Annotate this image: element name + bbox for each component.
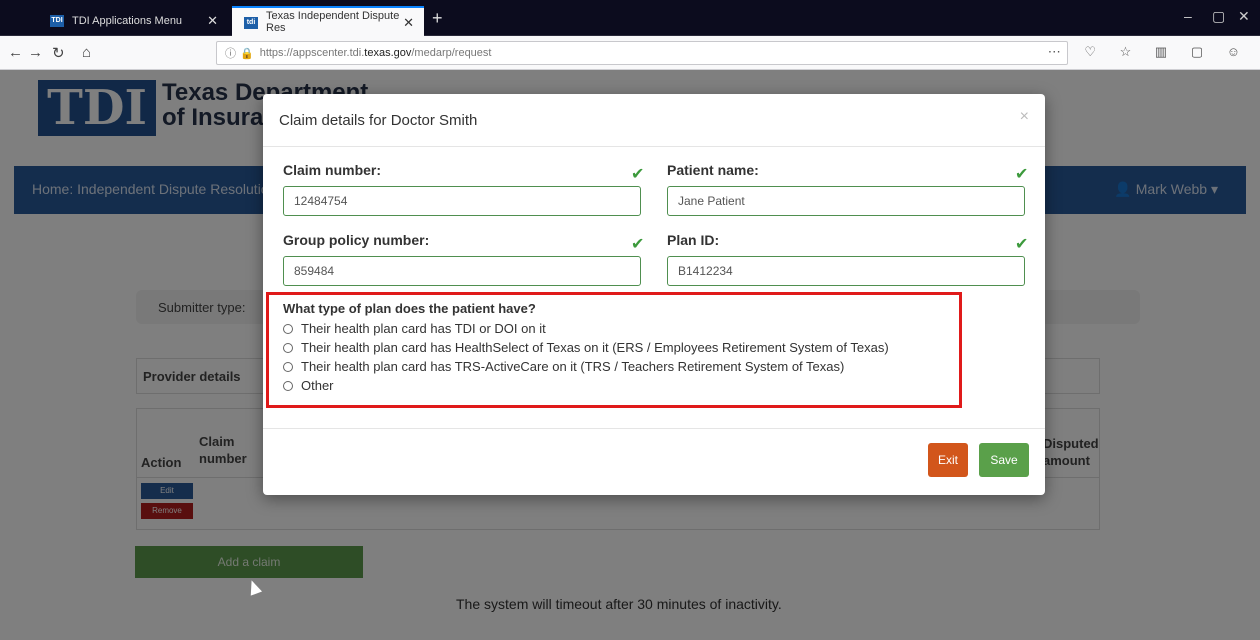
minimize-icon[interactable]: –	[1184, 8, 1192, 24]
patient-name-label: Patient name:	[667, 162, 759, 178]
toolbar-icons[interactable]: ⋯ ♡ ☆ ▥ ▢ ☺	[1048, 44, 1250, 60]
plan-type-question: What type of plan does the patient have?	[283, 301, 536, 316]
tdi-favicon-icon: TDI	[50, 15, 64, 27]
url-host: texas.gov	[364, 47, 412, 59]
maximize-icon[interactable]: ▢	[1212, 8, 1225, 25]
plan-option-label: Their health plan card has TDI or DOI on…	[301, 321, 546, 336]
group-policy-field[interactable]	[283, 256, 641, 286]
modal-title: Claim details for Doctor Smith	[279, 112, 478, 129]
plan-option-label: Other	[301, 378, 334, 393]
plan-option-trs-activecare[interactable]: Their health plan card has TRS-ActiveCar…	[283, 357, 945, 376]
lock-icon: 🔒	[240, 47, 254, 60]
info-icon[interactable]: ⓘ	[225, 45, 236, 61]
patient-name-field[interactable]	[667, 186, 1025, 216]
check-icon: ✔	[631, 236, 645, 253]
divider	[263, 428, 1045, 429]
plan-option-label: Their health plan card has HealthSelect …	[301, 340, 889, 355]
divider	[263, 146, 1045, 147]
check-icon: ✔	[1015, 166, 1029, 183]
reload-icon[interactable]: ↻	[52, 44, 65, 62]
plan-option-tdi[interactable]: Their health plan card has TDI or DOI on…	[283, 319, 945, 338]
tdi-favicon-icon: tdi	[244, 17, 258, 29]
forward-icon[interactable]: →	[28, 44, 43, 61]
radio-button[interactable]	[283, 323, 293, 334]
home-icon[interactable]: ⌂	[82, 44, 91, 61]
plan-option-label: Their health plan card has TRS-ActiveCar…	[301, 359, 845, 374]
plan-id-label: Plan ID:	[667, 232, 720, 248]
plan-option-other[interactable]: Other	[283, 376, 945, 395]
plan-type-group: What type of plan does the patient have?…	[266, 292, 962, 408]
claim-number-label: Claim number:	[283, 162, 382, 178]
claim-number-field[interactable]	[283, 186, 641, 216]
group-policy-label: Group policy number:	[283, 232, 430, 248]
tab-texas-independent-dispute[interactable]: tdi Texas Independent Dispute Res ✕	[232, 6, 424, 36]
radio-button[interactable]	[283, 361, 293, 372]
exit-button[interactable]: Exit	[928, 443, 968, 477]
check-icon: ✔	[631, 166, 645, 183]
radio-button[interactable]	[283, 380, 293, 391]
url-bar[interactable]: ⓘ 🔒 https://appscenter.tdi. texas.gov/med…	[216, 41, 1068, 65]
claim-details-modal: Claim details for Doctor Smith × Claim n…	[263, 94, 1045, 495]
close-tab-icon[interactable]: ✕	[403, 15, 414, 31]
browser-nav-bar: ← → ↻ ⌂ ⓘ 🔒 https://appscenter.tdi. texas…	[0, 36, 1260, 70]
url-prefix: https://appscenter.tdi.	[259, 47, 365, 59]
new-tab-icon[interactable]: +	[432, 8, 443, 29]
tab-label: Texas Independent Dispute Res	[266, 10, 400, 34]
save-button[interactable]: Save	[979, 443, 1029, 477]
url-path: /medarp/request	[411, 47, 492, 59]
tab-label: TDI Applications Menu	[72, 15, 183, 27]
radio-button[interactable]	[283, 342, 293, 353]
close-window-icon[interactable]: ✕	[1238, 8, 1250, 25]
back-icon[interactable]: ←	[8, 44, 23, 61]
modal-close-icon[interactable]: ×	[1020, 108, 1029, 126]
browser-tab-bar: TDI TDI Applications Menu ✕ tdi Texas In…	[0, 0, 1260, 36]
plan-option-healthselect[interactable]: Their health plan card has HealthSelect …	[283, 338, 945, 357]
check-icon: ✔	[1015, 236, 1029, 253]
plan-id-field[interactable]	[667, 256, 1025, 286]
tab-tdi-applications-menu[interactable]: TDI TDI Applications Menu ✕	[38, 6, 228, 36]
close-tab-icon[interactable]: ✕	[207, 13, 218, 29]
